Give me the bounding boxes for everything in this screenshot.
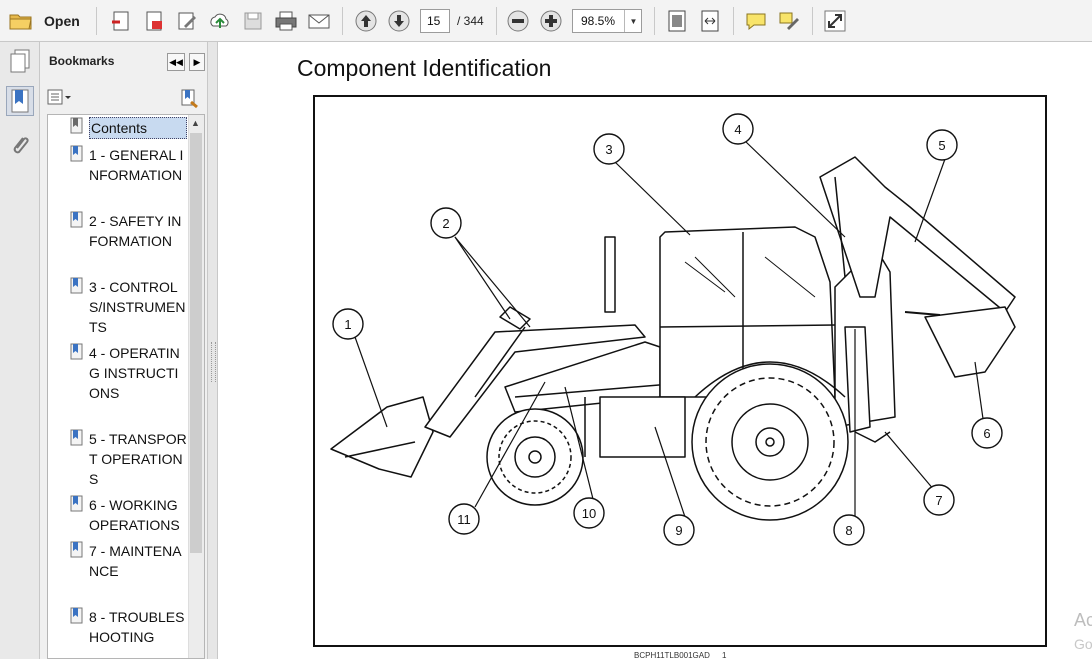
save-icon[interactable]	[240, 8, 266, 34]
svg-text:11: 11	[457, 512, 471, 527]
expand-bookmark-icon[interactable]	[179, 87, 201, 109]
watermark-line-1: Ac	[1074, 610, 1092, 630]
component-figure: 1 2 3 4 5 6 7 8 9 10 11	[313, 95, 1047, 647]
callout-11: 11	[448, 503, 480, 535]
scroll-up-icon[interactable]: ▲	[191, 118, 200, 128]
attachments-icon[interactable]	[6, 132, 34, 162]
svg-text:6: 6	[983, 426, 990, 441]
comment-icon[interactable]	[743, 8, 769, 34]
bookmarks-panel: Bookmarks ◀◀ ▶ Contents 1 - GENERAL INFO…	[40, 42, 208, 659]
chevron-right-icon[interactable]: ▶	[189, 53, 205, 71]
upload-cloud-icon[interactable]	[207, 8, 233, 34]
zoom-in-icon[interactable]	[538, 8, 564, 34]
backhoe-loader-illustration: 1 2 3 4 5 6 7 8 9 10 11	[330, 113, 1016, 546]
callout-1: 1	[332, 308, 364, 340]
bookmark-label: 3 - CONTROLS/INSTRUMENTS	[89, 279, 186, 335]
toolbar: Open 15 / 344 98.5% ▼	[0, 0, 1092, 42]
svg-text:4: 4	[734, 122, 741, 137]
create-pdf-icon[interactable]	[108, 8, 134, 34]
bookmark-label: 2 - SAFETY INFORMATION	[89, 213, 182, 249]
bookmark-label: 8 - TROUBLESHOOTING	[89, 609, 185, 645]
watermark-line-2: Go	[1074, 636, 1092, 652]
svg-text:9: 9	[675, 523, 682, 538]
callout-3: 3	[593, 133, 625, 165]
open-folder-icon[interactable]	[8, 8, 34, 34]
panel-splitter[interactable]	[208, 42, 218, 659]
fit-page-icon[interactable]	[664, 8, 690, 34]
bookmark-label: 5 - TRANSPORT OPERATIONS	[89, 431, 187, 487]
document-view: Component Identification 1 2 3 4 5 6 7 8…	[219, 42, 1092, 660]
svg-text:7: 7	[935, 493, 942, 508]
callout-9: 9	[663, 514, 695, 546]
highlight-text-icon[interactable]	[776, 8, 802, 34]
chevron-down-icon[interactable]: ▼	[624, 10, 642, 32]
callout-4: 4	[722, 113, 754, 145]
callout-5: 5	[926, 129, 958, 161]
bookmark-list: Contents 1 - GENERAL INFORMATION 2 - SAF…	[47, 114, 205, 659]
callout-10: 10	[573, 497, 605, 529]
bookmark-label: 4 - OPERATING INSTRUCTIONS	[89, 345, 180, 401]
bookmark-options-icon[interactable]	[47, 88, 73, 108]
bookmark-label: 1 - GENERAL INFORMATION	[89, 147, 184, 183]
page-number-input[interactable]: 15	[420, 9, 450, 33]
bookmarks-panel-icon[interactable]	[6, 86, 34, 116]
collapse-panel-icon[interactable]: ◀◀	[167, 53, 185, 71]
open-button[interactable]: Open	[44, 13, 80, 29]
page-total: / 344	[457, 14, 484, 28]
bookmark-label: 6 - WORKING OPERATIONS	[89, 497, 180, 533]
zoom-out-icon[interactable]	[505, 8, 531, 34]
bookmark-scrollbar[interactable]: ▲	[188, 115, 204, 658]
export-pdf-icon[interactable]	[141, 8, 167, 34]
svg-text:8: 8	[845, 523, 852, 538]
bookmark-label: 7 - MAINTENANCE	[89, 543, 182, 579]
bookmark-label: Contents	[89, 117, 187, 139]
callout-7: 7	[923, 484, 955, 516]
email-icon[interactable]	[306, 8, 332, 34]
svg-text:10: 10	[582, 506, 596, 521]
previous-page-icon[interactable]	[353, 8, 379, 34]
navigation-rail	[0, 42, 40, 659]
callout-6: 6	[971, 417, 1003, 449]
svg-text:5: 5	[938, 138, 945, 153]
svg-text:1: 1	[344, 317, 351, 332]
scrollbar-thumb[interactable]	[190, 133, 202, 553]
svg-text:3: 3	[605, 142, 612, 157]
callout-8: 8	[833, 514, 865, 546]
bookmark-item-contents[interactable]: Contents	[48, 117, 188, 139]
pages-panel-icon[interactable]	[6, 46, 34, 76]
full-screen-icon[interactable]	[822, 8, 848, 34]
edit-pdf-icon[interactable]	[174, 8, 200, 34]
next-page-icon[interactable]	[386, 8, 412, 34]
print-icon[interactable]	[273, 8, 299, 34]
callout-2: 2	[430, 207, 462, 239]
fit-width-icon[interactable]	[697, 8, 723, 34]
page-title: Component Identification	[297, 55, 552, 81]
svg-text:2: 2	[442, 216, 449, 231]
bookmarks-panel-title: Bookmarks	[49, 54, 115, 68]
